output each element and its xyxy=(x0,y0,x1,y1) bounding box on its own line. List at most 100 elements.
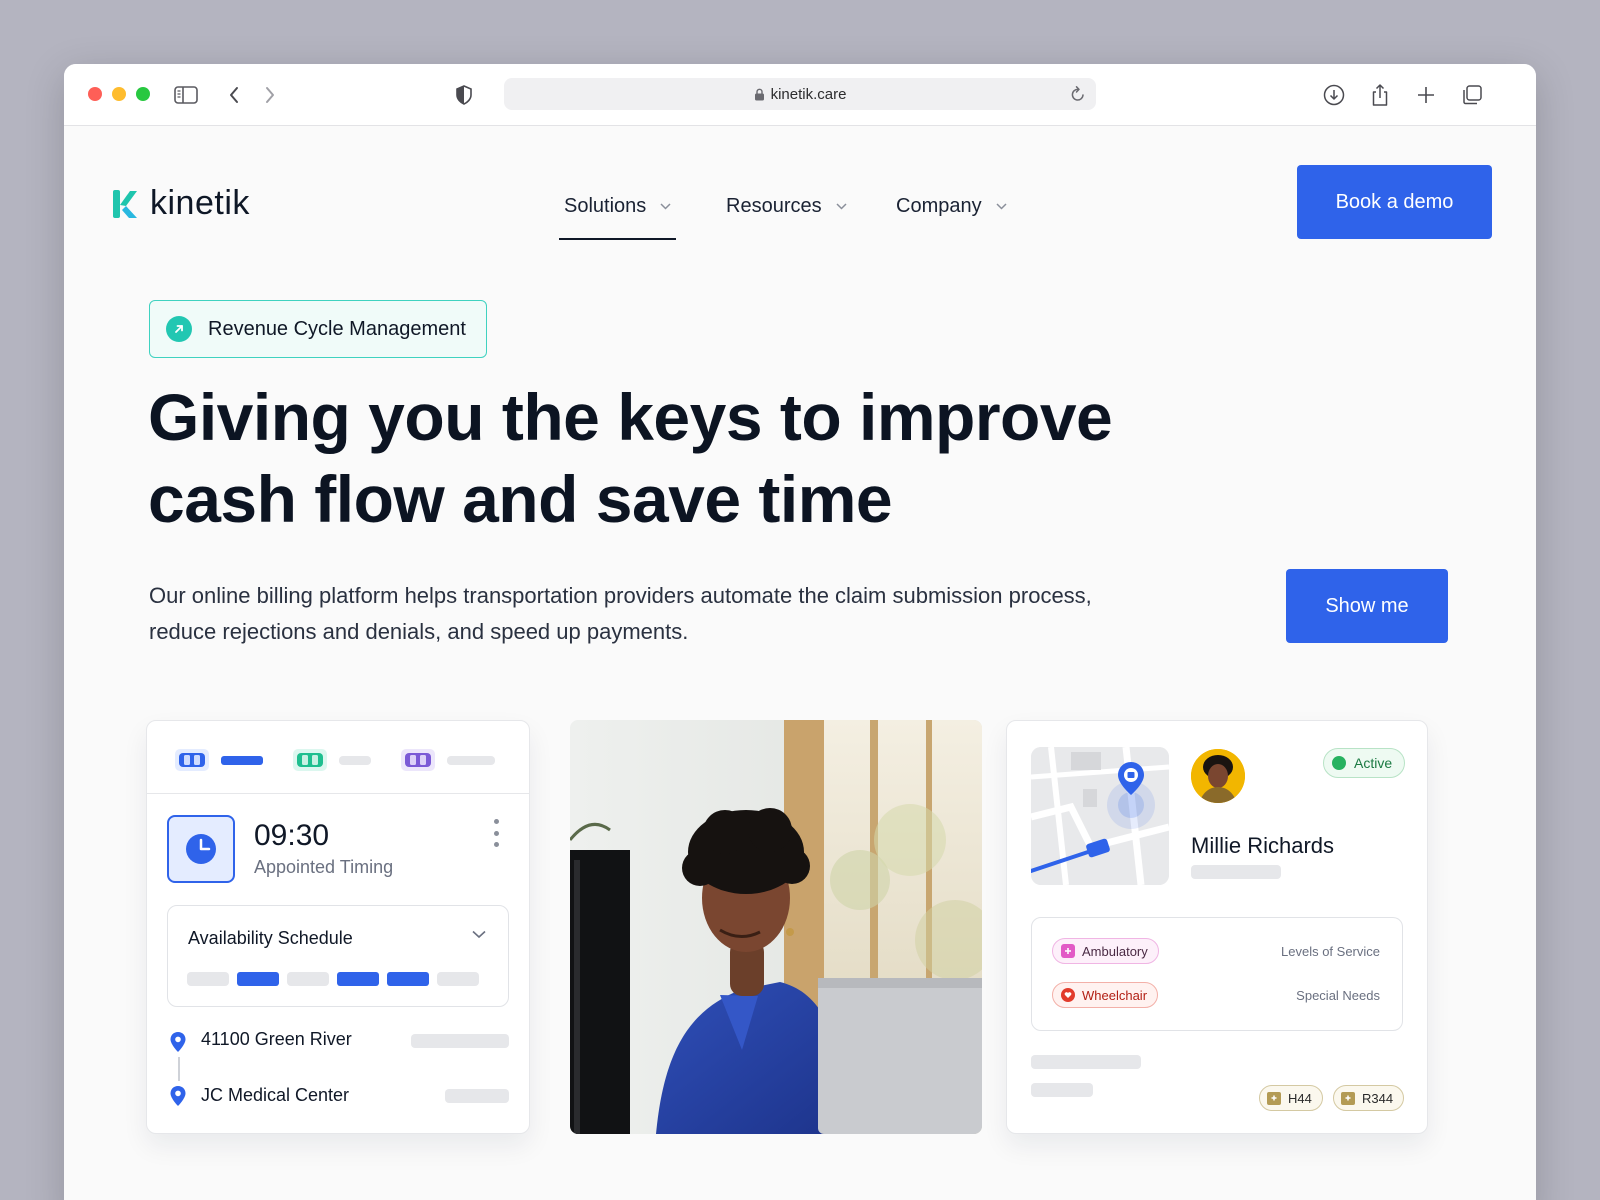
placeholder-bar xyxy=(411,1034,509,1048)
schedule-slot-booked xyxy=(337,972,379,986)
car-tab-purple[interactable] xyxy=(401,749,435,771)
medical-case-icon xyxy=(1267,1091,1281,1105)
divider xyxy=(147,793,529,794)
code-badge-r344-label: R344 xyxy=(1362,1090,1394,1106)
lock-icon xyxy=(754,88,765,101)
levels-of-service-label: Levels of Service xyxy=(1281,944,1380,959)
car-icon xyxy=(179,753,205,767)
placeholder-bar xyxy=(1031,1083,1093,1097)
avatar-illustration xyxy=(1191,749,1245,803)
car-tab-blue[interactable] xyxy=(175,749,209,771)
kinetik-logo[interactable]: kinetik xyxy=(112,184,250,223)
kinetik-logo-mark-icon xyxy=(113,189,137,218)
zoom-window-button[interactable] xyxy=(136,87,150,101)
tag-wheelchair-label: Wheelchair xyxy=(1082,987,1148,1003)
book-demo-button[interactable]: Book a demo xyxy=(1297,165,1492,239)
schedule-slot xyxy=(437,972,479,986)
medical-case-icon xyxy=(1341,1091,1355,1105)
hero-photo xyxy=(570,720,982,1134)
placeholder-bar xyxy=(447,756,495,765)
clock-tile xyxy=(167,815,235,883)
route-connector xyxy=(178,1057,180,1081)
download-icon[interactable] xyxy=(1320,81,1348,109)
schedule-slot-booked xyxy=(237,972,279,986)
car-icon xyxy=(297,753,323,767)
map-illustration xyxy=(1031,747,1169,885)
heart-icon xyxy=(1061,988,1075,1002)
browser-window: kinetik.care kinetik Solutions Resources… xyxy=(64,64,1536,1200)
placeholder-bar xyxy=(339,756,371,765)
route-origin: 41100 Green River xyxy=(201,1029,352,1049)
hero-title: Giving you the keys to improve cash flow… xyxy=(148,376,1248,540)
route-map[interactable] xyxy=(1031,747,1169,885)
placeholder-bar xyxy=(1191,865,1281,879)
privacy-shield-icon[interactable] xyxy=(450,81,478,109)
status-label: Active xyxy=(1354,755,1393,771)
nav-company-label: Company xyxy=(896,194,982,217)
availability-title: Availability Schedule xyxy=(188,928,353,948)
arrow-up-right-icon xyxy=(166,316,192,342)
hero-subtitle: Our online billing platform helps transp… xyxy=(149,583,1092,644)
service-details: Ambulatory Levels of Service Wheelchair … xyxy=(1031,917,1403,1031)
avatar[interactable] xyxy=(1191,749,1245,803)
nav-resources[interactable]: Resources xyxy=(726,186,847,226)
code-badge-r344[interactable]: R344 xyxy=(1333,1085,1405,1111)
special-needs-label: Special Needs xyxy=(1296,988,1380,1003)
new-tab-icon[interactable] xyxy=(1412,81,1440,109)
share-icon[interactable] xyxy=(1366,81,1394,109)
url-text: kinetik.care xyxy=(770,85,847,103)
nav-solutions-label: Solutions xyxy=(564,194,647,217)
tag-ambulatory-label: Ambulatory xyxy=(1082,943,1148,959)
hero-title-line-1: Giving you the keys to improve xyxy=(148,380,1113,454)
car-icon xyxy=(405,753,431,767)
location-pin-icon xyxy=(170,1032,186,1052)
route-destination: JC Medical Center xyxy=(201,1085,350,1105)
car-tab-green[interactable] xyxy=(293,749,327,771)
schedule-slot xyxy=(287,972,329,986)
reload-icon[interactable] xyxy=(1070,85,1086,103)
tab-overview-icon[interactable] xyxy=(1458,81,1486,109)
schedule-card: 09:30 Appointed Timing Availability Sche… xyxy=(146,720,530,1134)
placeholder-bar xyxy=(445,1089,509,1103)
code-badge-h44-label: H44 xyxy=(1288,1090,1312,1106)
more-options-icon[interactable] xyxy=(491,819,501,847)
availability-schedule[interactable]: Availability Schedule xyxy=(167,905,509,1007)
nav-company[interactable]: Company xyxy=(896,186,1007,226)
chevron-down-icon[interactable] xyxy=(472,930,486,939)
placeholder-bar xyxy=(1031,1055,1141,1069)
nav-active-indicator xyxy=(559,238,677,240)
location-pin-icon xyxy=(170,1086,186,1106)
chevron-down-icon xyxy=(836,202,847,210)
schedule-slot-booked xyxy=(387,972,429,986)
show-me-button[interactable]: Show me xyxy=(1286,569,1448,643)
address-bar[interactable]: kinetik.care xyxy=(504,78,1096,110)
category-badge-label: Revenue Cycle Management xyxy=(208,317,466,340)
status-dot-icon xyxy=(1332,756,1346,770)
appointment-time-label: Appointed Timing xyxy=(254,857,394,877)
minimize-window-button[interactable] xyxy=(112,87,126,101)
code-badge-h44[interactable]: H44 xyxy=(1259,1085,1323,1111)
hero-title-line-2: cash flow and save time xyxy=(148,462,893,536)
back-icon[interactable] xyxy=(220,81,248,109)
schedule-slot xyxy=(187,972,229,986)
category-badge[interactable]: Revenue Cycle Management xyxy=(149,300,487,358)
patient-name: Millie Richards xyxy=(1191,833,1335,858)
tag-wheelchair[interactable]: Wheelchair xyxy=(1052,982,1159,1008)
browser-toolbar: kinetik.care xyxy=(64,64,1536,126)
clock-icon xyxy=(186,834,216,864)
car-tab-progress xyxy=(221,756,263,765)
close-window-button[interactable] xyxy=(88,87,102,101)
forward-icon[interactable] xyxy=(256,81,284,109)
status-badge: Active xyxy=(1323,748,1406,778)
sidebar-toggle-icon[interactable] xyxy=(172,81,200,109)
appointment-time: 09:30 xyxy=(254,819,330,852)
chevron-down-icon xyxy=(660,202,671,210)
chevron-down-icon xyxy=(996,202,1007,210)
nav-solutions[interactable]: Solutions xyxy=(559,186,677,240)
patient-card: Active Millie Richards Ambulatory Levels… xyxy=(1006,720,1428,1134)
logo-wordmark: kinetik xyxy=(150,184,250,222)
woman-at-computer-illustration xyxy=(570,720,982,1134)
medical-bag-icon xyxy=(1061,944,1075,958)
nav-resources-label: Resources xyxy=(726,194,822,217)
tag-ambulatory[interactable]: Ambulatory xyxy=(1052,938,1159,964)
